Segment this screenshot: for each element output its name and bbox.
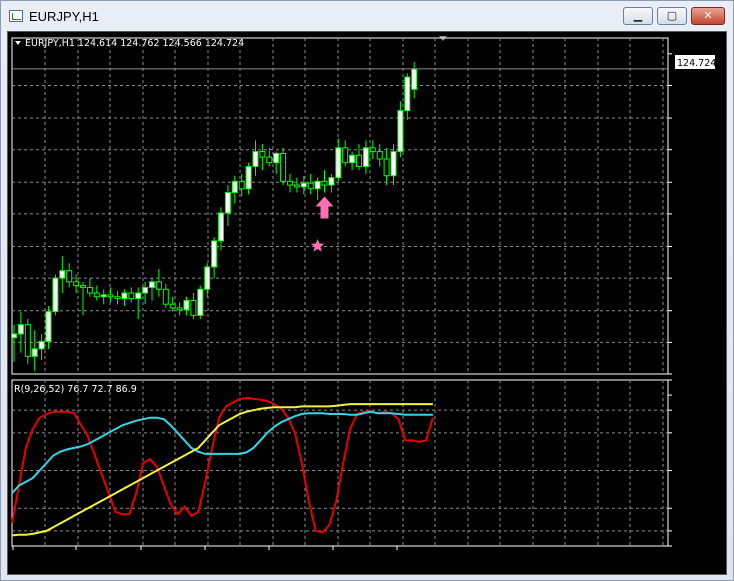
candle-body (411, 68, 418, 90)
candle-body (397, 110, 404, 153)
candle-body (356, 154, 362, 167)
candle-body (93, 292, 100, 298)
candle-body (224, 192, 231, 214)
candle-body (307, 182, 314, 190)
candle-body (128, 292, 135, 300)
candle-body (342, 147, 349, 164)
close-button[interactable]: ✕ (691, 7, 725, 25)
star-signal-icon (310, 239, 325, 252)
candle-body (162, 288, 169, 305)
candle-body (100, 294, 107, 298)
candle-body (259, 151, 266, 158)
candle-body (73, 281, 80, 287)
candle-body (45, 311, 52, 342)
maximize-icon: ▢ (666, 9, 678, 22)
candle-body (114, 296, 121, 300)
close-icon: ✕ (703, 9, 713, 22)
candle-body (59, 270, 66, 279)
candle-body (204, 266, 211, 290)
candle-body (11, 333, 17, 339)
candle-body (383, 158, 390, 177)
candle-body (17, 324, 24, 335)
candle-body (86, 286, 93, 294)
candle-body (314, 180, 321, 190)
candle-body (335, 147, 342, 179)
candle-body (280, 152, 287, 182)
candle-body (293, 184, 300, 188)
candle-body (362, 147, 369, 167)
candle-body (176, 307, 183, 311)
candle-body (328, 177, 335, 186)
candle-body (238, 180, 245, 190)
candle-body (245, 165, 252, 190)
chart-area[interactable]: EURJPY,H1 124.614 124.762 124.566 124.72… (7, 31, 727, 575)
candle-body (231, 180, 238, 194)
candle-body (321, 180, 328, 186)
candle-body (300, 182, 307, 188)
chart-window: EURJPY,H1 ▁ ▢ ✕ EURJPY,H1 124.614 124.76… (0, 0, 734, 581)
candle-body (24, 324, 31, 357)
candle-body (135, 292, 142, 300)
minimize-button[interactable]: ▁ (623, 7, 653, 25)
candle-body (66, 270, 73, 283)
candle-body (142, 286, 149, 294)
candle-body (31, 348, 38, 357)
candle-body (190, 299, 197, 316)
candle-body (404, 76, 411, 112)
chart-window-icon (9, 10, 23, 22)
chart-menu-triangle-icon[interactable] (15, 41, 21, 45)
price-header: EURJPY,H1 124.614 124.762 124.566 124.72… (25, 38, 244, 49)
candle-body (266, 156, 273, 164)
candle-body (349, 154, 356, 164)
minimize-icon: ▁ (633, 9, 643, 22)
candle-body (390, 151, 397, 177)
candle-body (376, 151, 383, 160)
candle-body (273, 152, 280, 164)
candle-body (218, 212, 224, 242)
candle-body (38, 340, 45, 350)
candle-body (80, 285, 86, 288)
candle-body (252, 151, 259, 167)
window-title: EURJPY,H1 (29, 9, 99, 24)
maximize-button[interactable]: ▢ (657, 7, 687, 25)
candle-body (211, 240, 218, 268)
current-price-label: 124.724 (677, 58, 716, 69)
candle-body (287, 180, 293, 186)
candle-body (155, 281, 162, 290)
candle-body (107, 294, 114, 298)
candle-body (121, 292, 128, 300)
chart-canvas[interactable]: EURJPY,H1 124.614 124.762 124.566 124.72… (8, 32, 726, 574)
indicator-header: R(9,26,52) 76.7 72.7 86.9 (14, 384, 137, 395)
candle-body (369, 147, 376, 153)
buy-arrow-icon (315, 196, 334, 219)
candle-body (52, 277, 59, 313)
candle-body (183, 299, 190, 311)
title-bar[interactable]: EURJPY,H1 ▁ ▢ ✕ (1, 1, 733, 31)
candle-body (197, 288, 204, 316)
candle-body (149, 281, 155, 288)
candle-body (169, 303, 176, 309)
